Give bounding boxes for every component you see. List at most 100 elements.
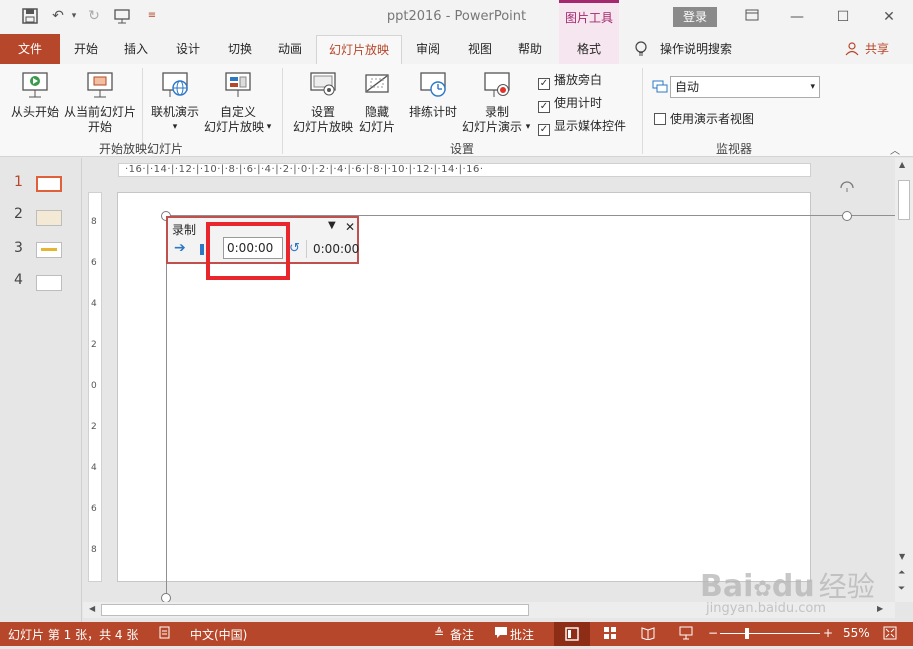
rehearse-timings-label: 排练计时 [408, 105, 457, 119]
pause-icon[interactable] [200, 244, 204, 255]
tab-slideshow[interactable]: 幻灯片放映 [316, 35, 402, 65]
slide-number: 1 [14, 174, 23, 190]
ruler-tick: 2 [91, 340, 97, 350]
tab-transitions[interactable]: 切换 [220, 34, 260, 64]
show-media-controls-checkbox[interactable]: ✓ 显示媒体控件 [538, 117, 626, 136]
maximize-button[interactable]: ☐ [828, 6, 858, 28]
comments-button[interactable]: 批注 [510, 626, 534, 643]
ruler-tick: 6 [91, 504, 97, 514]
zoom-slider-thumb[interactable] [745, 628, 749, 639]
ruler-tick: 4 [91, 299, 97, 309]
previous-slide-icon[interactable]: ⏶ [898, 568, 905, 578]
record-slideshow-label-2: 幻灯片演示 [461, 120, 522, 134]
share-person-icon [845, 42, 859, 56]
tab-design[interactable]: 设计 [168, 34, 208, 64]
checkbox-checked-icon: ✓ [538, 78, 550, 90]
use-timings-checkbox[interactable]: ✓ 使用计时 [538, 94, 602, 113]
presenter-view-checkbox[interactable]: 使用演示者视图 [654, 110, 754, 127]
ruler-tick: 0 [91, 381, 97, 391]
tab-help[interactable]: 帮助 [510, 34, 550, 64]
monitor-select[interactable]: 自动 ▾ [670, 76, 820, 98]
ribbon-display-options-icon[interactable] [737, 6, 767, 28]
record-slideshow-label-1: 录制 [484, 105, 509, 119]
tell-me-search[interactable]: 操作说明搜索 [660, 34, 740, 64]
scroll-right-icon[interactable]: ▶ [877, 604, 883, 613]
baidu-watermark: Bai✿du 经验 jingyan.baidu.com [700, 565, 875, 616]
paw-icon: ✿ [753, 577, 772, 602]
repeat-icon[interactable]: ↺ [289, 241, 300, 256]
close-icon[interactable]: ✕ [345, 220, 355, 234]
slide-sorter-icon[interactable] [603, 626, 617, 643]
from-current-slide-label-1: 从当前幻灯片 [63, 105, 136, 119]
scroll-thumb[interactable] [101, 604, 529, 616]
vertical-scrollbar[interactable]: ▲ ▼ ⏶ ⏷ [895, 158, 913, 602]
custom-slideshow-icon [223, 70, 253, 100]
group-monitors-label: 监视器 [715, 142, 752, 156]
from-beginning-label: 从头开始 [10, 105, 59, 119]
present-online-label: 联机演示 [150, 105, 199, 119]
tab-format[interactable]: 格式 [559, 34, 619, 64]
status-bar: 幻灯片 第 1 张，共 4 张 中文(中国) ≜ 备注 批注 − + 55% [0, 622, 913, 646]
slide-number: 4 [14, 272, 23, 288]
ruler-tick: 6 [91, 258, 97, 268]
show-media-controls-label: 显示媒体控件 [554, 119, 627, 133]
zoom-in-icon[interactable]: + [823, 626, 833, 640]
rotate-handle-icon[interactable] [838, 178, 856, 192]
tab-file[interactable]: 文件 [0, 34, 60, 64]
tab-insert[interactable]: 插入 [116, 34, 156, 64]
scroll-left-icon[interactable]: ◀ [89, 604, 95, 613]
presenter-view-label: 使用演示者视图 [670, 112, 755, 126]
next-arrow-icon[interactable]: ➔ [174, 240, 186, 256]
rehearse-timings-icon [418, 70, 448, 100]
zoom-slider[interactable] [720, 633, 820, 634]
scroll-up-icon[interactable]: ▲ [899, 160, 905, 169]
collapse-ribbon-icon[interactable]: ︿ [890, 142, 900, 157]
from-current-slide-icon [85, 70, 115, 100]
notes-button[interactable]: 备注 [450, 626, 474, 643]
ribbon: 从头开始 从当前幻灯片 开始 联机演示 ▾ 自定义 幻灯片放映 ▾ 开始放映幻灯… [0, 64, 913, 157]
language-status[interactable]: 中文(中国) [190, 626, 247, 643]
toolbar-menu-icon[interactable]: ▼ [328, 220, 336, 231]
picture-tools-label: 图片工具 [559, 0, 619, 34]
tab-view[interactable]: 视图 [460, 34, 500, 64]
tab-animations[interactable]: 动画 [270, 34, 310, 64]
slide-number: 2 [14, 206, 23, 222]
reading-view-icon[interactable] [641, 626, 655, 643]
slide-number: 3 [14, 240, 23, 256]
present-online-icon [160, 70, 190, 100]
present-online-dropdown-icon: ▾ [172, 122, 178, 132]
resize-handle[interactable] [842, 211, 852, 221]
scroll-thumb[interactable] [898, 180, 910, 220]
from-beginning-icon [20, 70, 50, 100]
record-slideshow-icon [482, 70, 512, 100]
next-slide-icon[interactable]: ⏷ [898, 584, 905, 594]
ruler-tick: 4 [91, 463, 97, 473]
checkbox-unchecked-icon [654, 113, 666, 125]
ruler-tick: 8 [91, 217, 97, 227]
slide-thumbnail-image [36, 176, 62, 192]
fit-to-window-icon[interactable] [883, 626, 897, 643]
hide-slide-icon [362, 70, 392, 100]
tab-home[interactable]: 开始 [66, 34, 106, 64]
minimize-button[interactable]: — [782, 6, 812, 28]
ribbon-tabs: 文件 开始 插入 设计 切换 动画 幻灯片放映 审阅 视图 帮助 格式 操作说明… [0, 34, 913, 65]
play-narrations-checkbox[interactable]: ✓ 播放旁白 [538, 71, 602, 90]
watermark-brand-2: du [771, 569, 815, 604]
scroll-down-icon[interactable]: ▼ [899, 552, 905, 561]
normal-view-button[interactable] [554, 622, 590, 646]
ruler-tick: 8 [91, 545, 97, 555]
chevron-down-icon: ▾ [810, 82, 815, 92]
zoom-level[interactable]: 55% [843, 626, 870, 640]
share-button[interactable]: 共享 [862, 34, 892, 64]
setup-slideshow-label-2: 幻灯片放映 [292, 120, 353, 134]
from-current-slide-label-2: 开始 [87, 120, 112, 134]
vertical-ruler: 8 6 4 2 0 2 4 6 8 [88, 192, 102, 582]
monitor-icon [652, 79, 668, 95]
horizontal-ruler-ticks: ·16·|·14·|·12·|·10·|·8·|·6·|·4·|·2·|·0·|… [125, 164, 484, 175]
slideshow-view-icon[interactable] [679, 626, 693, 643]
close-button[interactable]: ✕ [874, 6, 904, 28]
tab-review[interactable]: 审阅 [408, 34, 448, 64]
spell-check-icon[interactable] [158, 626, 172, 643]
login-button[interactable]: 登录 [673, 7, 717, 27]
zoom-out-icon[interactable]: − [708, 626, 718, 640]
